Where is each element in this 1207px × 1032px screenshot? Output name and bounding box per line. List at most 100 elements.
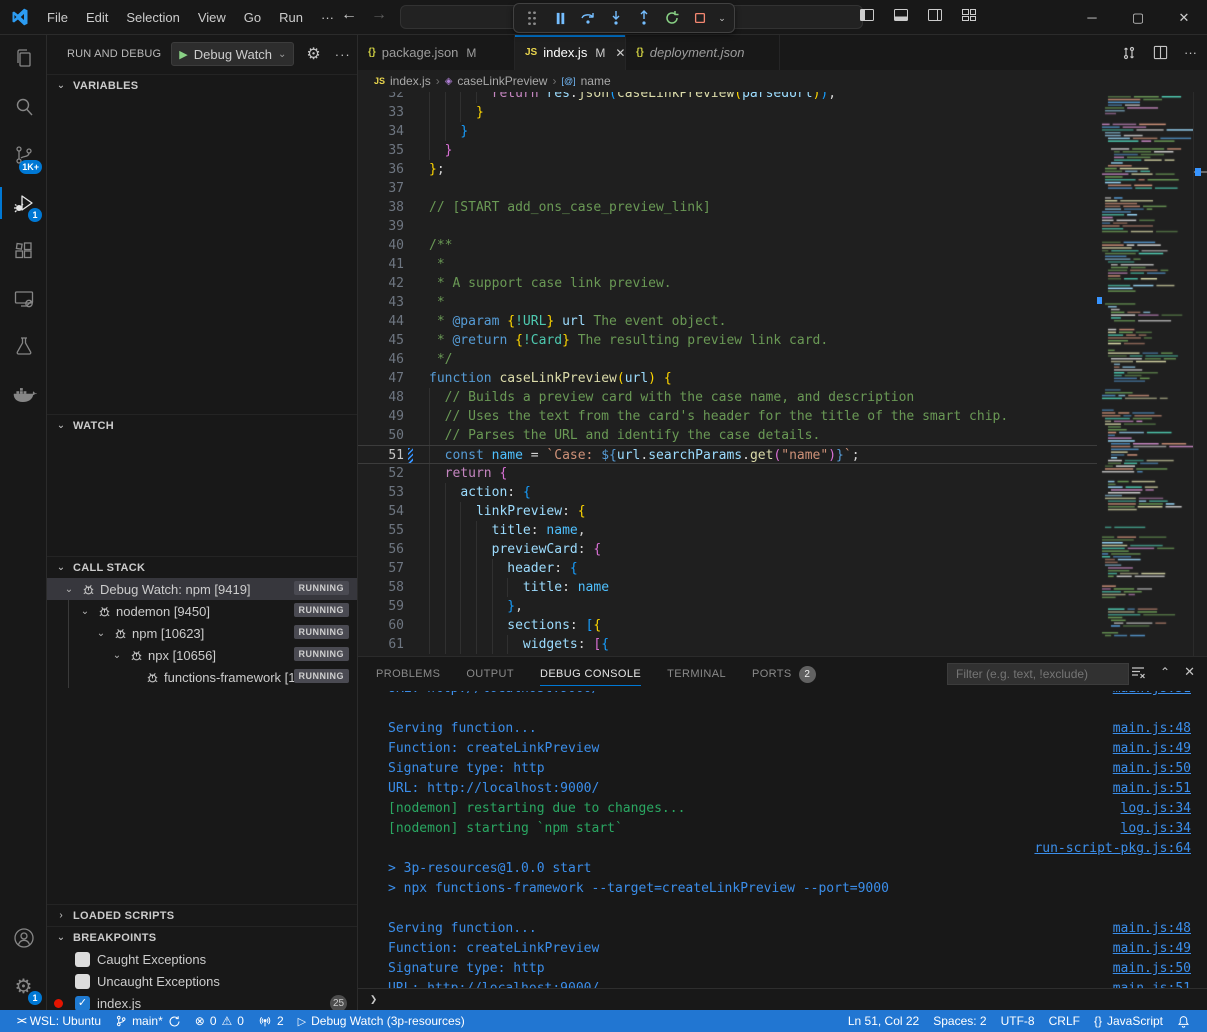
menu-item-view[interactable]: View bbox=[189, 6, 235, 29]
accounts-icon[interactable] bbox=[0, 914, 47, 962]
search-icon[interactable] bbox=[0, 83, 47, 131]
breakpoint-row[interactable]: Uncaught Exceptions bbox=[47, 970, 357, 992]
encoding-status[interactable]: UTF-8 bbox=[994, 1010, 1042, 1032]
call-stack-row[interactable]: ⌄npm [10623]RUNNING bbox=[47, 622, 357, 644]
minimize-button[interactable]: ─ bbox=[1069, 0, 1115, 35]
source-link[interactable]: main.js:48 bbox=[1113, 719, 1191, 739]
menu-item-edit[interactable]: Edit bbox=[77, 6, 117, 29]
debug-console-output[interactable]: URL: http://localhost:9000/main.js:51Ser… bbox=[358, 691, 1207, 988]
call-stack-section-header[interactable]: ⌄ CALL STACK bbox=[47, 556, 357, 578]
views-more-actions-icon[interactable]: ··· bbox=[335, 47, 351, 62]
cursor-position-status[interactable]: Ln 51, Col 22 bbox=[841, 1010, 926, 1032]
source-link[interactable]: main.js:48 bbox=[1113, 919, 1191, 939]
start-debug-icon[interactable]: ▶ bbox=[179, 48, 187, 61]
nav-forward-icon[interactable]: → bbox=[371, 6, 387, 24]
breakpoints-section-header[interactable]: ⌄ BREAKPOINTS bbox=[47, 926, 357, 948]
maximize-panel-icon[interactable]: ⌃ bbox=[1160, 665, 1170, 679]
code-editor[interactable]: 32 return res.json(caseLinkPreview(parse… bbox=[358, 92, 1207, 656]
debug-console-input[interactable]: ❯ bbox=[358, 988, 1207, 1010]
loaded-scripts-section-header[interactable]: › LOADED SCRIPTS bbox=[47, 904, 357, 926]
source-link[interactable]: main.js:50 bbox=[1113, 959, 1191, 979]
source-link[interactable]: run-script-pkg.js:64 bbox=[1034, 839, 1191, 859]
minimap[interactable] bbox=[1098, 92, 1193, 656]
call-stack-row[interactable]: ⌄Debug Watch: npm [9419]RUNNING bbox=[47, 578, 357, 600]
editor-more-actions-icon[interactable]: ··· bbox=[1184, 45, 1197, 60]
configure-gear-icon[interactable]: ⚙ bbox=[306, 44, 320, 64]
breakpoint-checkbox[interactable]: ✓ bbox=[75, 996, 90, 1011]
customize-layout-icon[interactable] bbox=[961, 7, 977, 23]
restart-icon[interactable] bbox=[660, 6, 684, 30]
toggle-sidebar-icon[interactable] bbox=[859, 7, 875, 23]
breakpoint-checkbox[interactable] bbox=[75, 952, 90, 967]
call-stack-row[interactable]: ⌄npx [10656]RUNNING bbox=[47, 644, 357, 666]
source-link[interactable]: log.js:34 bbox=[1121, 799, 1191, 819]
stop-icon[interactable] bbox=[688, 6, 712, 30]
settings-gear-icon[interactable]: ⚙ 1 bbox=[0, 962, 47, 1010]
console-filter-input[interactable] bbox=[947, 663, 1129, 685]
tab-deployment.json[interactable]: {}deployment.json bbox=[626, 35, 780, 70]
breadcrumb-item[interactable]: caseLinkPreview bbox=[457, 74, 547, 88]
testing-icon[interactable] bbox=[0, 323, 47, 371]
notifications-bell-icon[interactable] bbox=[1170, 1010, 1197, 1032]
pause-icon[interactable] bbox=[548, 6, 572, 30]
toggle-secondary-sidebar-icon[interactable] bbox=[927, 7, 943, 23]
menu-item-[interactable]: ··· bbox=[312, 6, 343, 29]
forwarded-ports-status[interactable]: 2 bbox=[251, 1010, 291, 1032]
call-stack-row[interactable]: ⌄nodemon [9450]RUNNING bbox=[47, 600, 357, 622]
panel-tab-debug-console[interactable]: DEBUG CONSOLE bbox=[540, 657, 641, 691]
source-link[interactable]: log.js:34 bbox=[1121, 819, 1191, 839]
close-button[interactable]: ✕ bbox=[1161, 0, 1207, 35]
toolbar-drag-handle[interactable] bbox=[520, 6, 544, 30]
debug-session-dropdown-icon[interactable]: ⌄ bbox=[716, 6, 728, 30]
call-stack-row[interactable]: functions-framework [106...RUNNING bbox=[47, 666, 357, 688]
step-into-icon[interactable] bbox=[604, 6, 628, 30]
source-link[interactable]: main.js:49 bbox=[1113, 939, 1191, 959]
run-and-debug-icon[interactable]: 1 bbox=[0, 179, 47, 227]
panel-tab-problems[interactable]: PROBLEMS bbox=[376, 657, 440, 691]
maximize-button[interactable]: ▢ bbox=[1115, 0, 1161, 35]
menu-item-file[interactable]: File bbox=[38, 6, 77, 29]
explorer-icon[interactable] bbox=[0, 35, 47, 83]
debug-session-status[interactable]: ▷ Debug Watch (3p-resources) bbox=[291, 1010, 472, 1032]
eol-status[interactable]: CRLF bbox=[1042, 1010, 1087, 1032]
panel-tab-output[interactable]: OUTPUT bbox=[466, 657, 514, 691]
breakpoint-row[interactable]: Caught Exceptions bbox=[47, 948, 357, 970]
menu-item-selection[interactable]: Selection bbox=[117, 6, 188, 29]
watch-section-header[interactable]: ⌄ WATCH bbox=[47, 414, 357, 436]
breadcrumb-item[interactable]: index.js bbox=[390, 74, 431, 88]
menu-item-go[interactable]: Go bbox=[235, 6, 270, 29]
source-link[interactable]: main.js:49 bbox=[1113, 739, 1191, 759]
language-mode-status[interactable]: {} JavaScript bbox=[1087, 1010, 1170, 1032]
nav-back-icon[interactable]: ← bbox=[341, 6, 357, 24]
source-link[interactable]: main.js:51 bbox=[1113, 691, 1191, 699]
step-out-icon[interactable] bbox=[632, 6, 656, 30]
source-link[interactable]: main.js:50 bbox=[1113, 759, 1191, 779]
clear-console-icon[interactable] bbox=[1130, 664, 1146, 680]
tab-index.js[interactable]: JSindex.jsM✕ bbox=[515, 35, 626, 70]
indentation-status[interactable]: Spaces: 2 bbox=[926, 1010, 993, 1032]
step-over-icon[interactable] bbox=[576, 6, 600, 30]
panel-tab-ports[interactable]: PORTS2 bbox=[752, 657, 816, 691]
docker-icon[interactable] bbox=[0, 371, 47, 419]
git-branch-status[interactable]: main* bbox=[108, 1010, 188, 1032]
menu-item-run[interactable]: Run bbox=[270, 6, 312, 29]
source-link[interactable]: main.js:51 bbox=[1113, 979, 1191, 988]
open-changes-icon[interactable] bbox=[1121, 45, 1137, 61]
breakpoint-checkbox[interactable] bbox=[75, 974, 90, 989]
extensions-icon[interactable] bbox=[0, 227, 47, 275]
remote-explorer-icon[interactable] bbox=[0, 275, 47, 323]
editor-scrollbar[interactable] bbox=[1193, 92, 1207, 656]
remote-indicator[interactable]: >< WSL: Ubuntu bbox=[10, 1010, 108, 1032]
breadcrumb-item[interactable]: name bbox=[581, 74, 611, 88]
variables-section-header[interactable]: ⌄ VARIABLES bbox=[47, 74, 357, 96]
split-editor-icon[interactable] bbox=[1153, 45, 1168, 60]
breakpoint-row[interactable]: ✓index.js25 bbox=[47, 992, 357, 1010]
tab-package.json[interactable]: {}package.jsonM bbox=[358, 35, 515, 70]
close-panel-icon[interactable]: ✕ bbox=[1184, 664, 1195, 680]
problems-status[interactable]: ⊗ 0 ⚠ 0 bbox=[188, 1010, 251, 1032]
panel-tab-terminal[interactable]: TERMINAL bbox=[667, 657, 726, 691]
close-tab-icon[interactable]: ✕ bbox=[615, 46, 625, 60]
source-link[interactable]: main.js:51 bbox=[1113, 779, 1191, 799]
launch-config-dropdown[interactable]: ▶ Debug Watch ⌄ bbox=[171, 42, 294, 66]
source-control-icon[interactable]: 1K+ bbox=[0, 131, 47, 179]
